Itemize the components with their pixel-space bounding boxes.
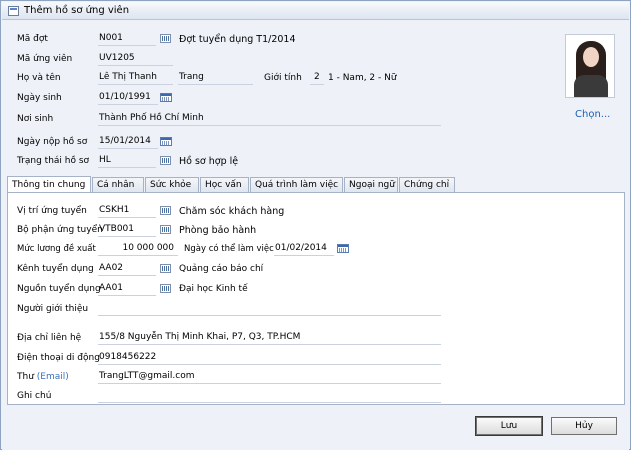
- gioi-tinh-hint: 1 - Nam, 2 - Nữ: [328, 73, 397, 83]
- lookup-icon[interactable]: [160, 264, 171, 273]
- dialog-body: Mã đợt N001 Đợt tuyển dụng T1/2014 Mã ứn…: [2, 21, 629, 450]
- choose-photo-link[interactable]: Chọn...: [575, 109, 610, 120]
- lookup-icon[interactable]: [160, 34, 171, 43]
- bo-phan-label: Bộ phận ứng tuyển: [17, 225, 103, 235]
- muc-luong-label: Mức lương đề xuất: [17, 244, 96, 254]
- form-icon: [8, 6, 19, 16]
- gioi-thieu-label: Người giới thiệu: [17, 304, 89, 314]
- cancel-button[interactable]: Hủy: [551, 417, 617, 435]
- ma-ung-vien-field[interactable]: UV1205: [98, 53, 173, 66]
- tab-suc-khoe[interactable]: Sức khỏe: [145, 177, 199, 193]
- ngay-sinh-field[interactable]: 01/10/1991: [98, 92, 158, 105]
- dialog-window: Thêm hồ sơ ứng viên Mã đợt N001 Đợt tuyể…: [0, 0, 631, 450]
- muc-luong-field[interactable]: 10 000 000: [98, 243, 178, 256]
- gioi-tinh-field[interactable]: 2: [310, 72, 324, 85]
- dia-chi-field[interactable]: 155/8 Nguyễn Thị Minh Khai, P7, Q3, TP.H…: [98, 332, 441, 345]
- email-label: Thư (Email): [17, 372, 69, 382]
- nguon-field[interactable]: AA01: [98, 283, 156, 296]
- ngay-nop-field[interactable]: 15/01/2014: [98, 136, 158, 149]
- title-bar: Thêm hồ sơ ứng viên: [2, 2, 629, 20]
- tab-bar: Thông tin chung Cá nhân Sức khỏe Học vấn…: [7, 176, 625, 193]
- calendar-icon[interactable]: [337, 244, 349, 253]
- ma-ung-vien-label: Mã ứng viên: [17, 54, 73, 64]
- save-button[interactable]: Lưu: [475, 416, 543, 436]
- ma-dot-field[interactable]: N001: [98, 33, 156, 46]
- noi-sinh-field[interactable]: Thành Phố Hồ Chí Minh: [98, 113, 441, 126]
- kenh-field[interactable]: AA02: [98, 263, 156, 276]
- tab-chung-chi[interactable]: Chứng chỉ: [399, 177, 455, 193]
- bo-phan-desc: Phòng bảo hành: [179, 225, 257, 236]
- kenh-desc: Quảng cáo báo chí: [179, 264, 264, 274]
- trang-thai-label: Trạng thái hồ sơ: [17, 156, 90, 166]
- dien-thoai-field[interactable]: 0918456222: [98, 352, 441, 365]
- email-label-suffix: (Email): [36, 372, 69, 382]
- tab-hoc-van[interactable]: Học vấn: [200, 177, 249, 193]
- ma-dot-desc: Đợt tuyển dụng T1/2014: [179, 34, 296, 45]
- dia-chi-label: Địa chỉ liên hệ: [17, 333, 82, 343]
- lookup-icon[interactable]: [160, 225, 171, 234]
- email-field[interactable]: TrangLTT@gmail.com: [98, 371, 441, 384]
- candidate-photo: [565, 34, 615, 98]
- ngay-lam-field[interactable]: 01/02/2014: [274, 243, 334, 256]
- trang-thai-desc: Hồ sơ hợp lệ: [179, 156, 239, 167]
- tab-ca-nhan[interactable]: Cá nhân: [92, 177, 144, 193]
- calendar-icon[interactable]: [160, 137, 172, 146]
- kenh-label: Kênh tuyển dụng: [17, 264, 94, 274]
- lookup-icon[interactable]: [160, 284, 171, 293]
- nguon-label: Nguồn tuyển dụng: [17, 284, 101, 294]
- ma-dot-label: Mã đợt: [17, 34, 48, 44]
- ho-ten-label: Họ và tên: [17, 73, 61, 83]
- tab-ngoai-ngu[interactable]: Ngoại ngữ: [344, 177, 398, 193]
- bo-phan-field[interactable]: VTB001: [98, 224, 156, 237]
- dialog-footer: Lưu Hủy: [3, 406, 630, 450]
- gioi-tinh-label: Giới tính: [264, 73, 302, 83]
- ghi-chu-label: Ghi chú: [17, 391, 52, 401]
- dien-thoai-label: Điện thoại di động: [17, 353, 100, 363]
- lookup-icon[interactable]: [160, 206, 171, 215]
- ten-field[interactable]: Trang: [178, 72, 253, 85]
- nguon-desc: Đại học Kinh tế: [179, 284, 248, 294]
- ngay-sinh-label: Ngày sinh: [17, 93, 62, 103]
- calendar-icon[interactable]: [160, 93, 172, 102]
- ghi-chu-field[interactable]: [98, 390, 441, 403]
- ho-field[interactable]: Lê Thị Thanh: [98, 72, 173, 85]
- ngay-nop-label: Ngày nộp hồ sơ: [17, 137, 88, 147]
- ngay-lam-label: Ngày có thể làm việc: [184, 244, 274, 254]
- tab-panel-general: Vị trí ứng tuyển CSKH1 Chăm sóc khách hà…: [7, 192, 625, 405]
- vi-tri-field[interactable]: CSKH1: [98, 205, 156, 218]
- trang-thai-field[interactable]: HL: [98, 155, 156, 168]
- tab-qua-trinh-lam-viec[interactable]: Quá trình làm việc: [250, 177, 343, 193]
- tab-thong-tin-chung[interactable]: Thông tin chung: [7, 176, 91, 193]
- window-title: Thêm hồ sơ ứng viên: [24, 5, 130, 16]
- vi-tri-label: Vị trí ứng tuyển: [17, 206, 87, 216]
- vi-tri-desc: Chăm sóc khách hàng: [179, 206, 285, 217]
- gioi-thieu-field[interactable]: [98, 303, 441, 316]
- lookup-icon[interactable]: [160, 156, 171, 165]
- noi-sinh-label: Nơi sinh: [17, 114, 54, 124]
